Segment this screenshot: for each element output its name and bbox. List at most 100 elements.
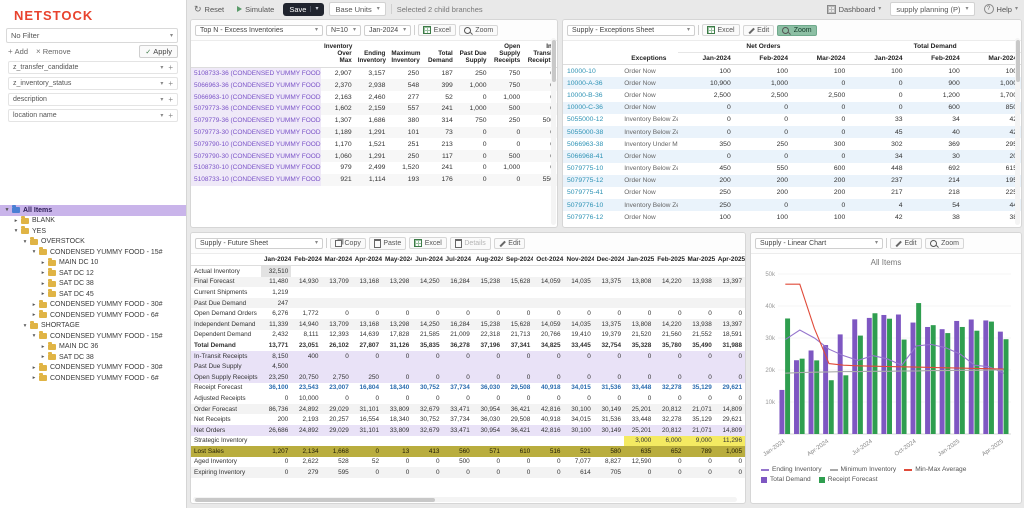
value-cell[interactable]: 33,471 bbox=[442, 424, 473, 436]
value-cell[interactable] bbox=[261, 436, 291, 447]
value-cell[interactable]: 30,752 bbox=[412, 383, 442, 394]
table-row[interactable]: 5066963-38 Inventory Under Min, Order Now… bbox=[563, 138, 1021, 150]
value-cell[interactable]: 0 bbox=[533, 350, 564, 362]
value-cell[interactable]: 13,298 bbox=[382, 276, 413, 288]
caret-collapsed-icon[interactable]: ▸ bbox=[39, 260, 47, 266]
table-row[interactable]: 5066968-41 Order Now 0 0 0 34 30 20 bbox=[563, 150, 1021, 163]
value-cell[interactable] bbox=[412, 297, 443, 309]
value-cell[interactable]: 0 bbox=[503, 393, 533, 404]
table-row[interactable]: 5079773-30 (CONDENSED YUMMY FOOD - 30#)1… bbox=[191, 126, 557, 139]
caret-expanded-icon[interactable]: ▾ bbox=[12, 228, 20, 234]
value-cell[interactable]: 15,238 bbox=[472, 276, 503, 288]
value-cell[interactable]: 0 bbox=[443, 393, 473, 404]
value-cell[interactable]: 37,734 bbox=[443, 414, 473, 425]
table-row[interactable]: 5055000-38Inventory Below Zero, Inventor… bbox=[563, 125, 1021, 139]
value-cell[interactable]: 0 bbox=[654, 350, 685, 362]
value-cell[interactable]: 0 bbox=[351, 446, 382, 457]
value-cell[interactable]: 1,772 bbox=[291, 308, 321, 319]
tree-item[interactable]: ▸ CONDENSED YUMMY FOOD - 6# bbox=[0, 310, 186, 321]
value-cell[interactable] bbox=[291, 361, 322, 372]
value-cell[interactable]: 250 bbox=[351, 371, 382, 383]
value-cell[interactable]: 7,077 bbox=[564, 457, 594, 468]
value-cell[interactable] bbox=[654, 266, 684, 277]
value-cell[interactable]: 23,007 bbox=[322, 383, 352, 394]
value-cell[interactable]: 12,590 bbox=[624, 457, 654, 468]
value-cell[interactable]: 0 bbox=[261, 467, 292, 478]
value-cell[interactable]: 9,000 bbox=[684, 435, 715, 447]
value-cell[interactable]: 21,560 bbox=[654, 330, 684, 341]
value-cell[interactable]: 14,809 bbox=[714, 424, 745, 436]
value-cell[interactable] bbox=[593, 297, 624, 309]
add-filter-button[interactable]: + Add bbox=[8, 47, 28, 56]
value-cell[interactable]: 2,193 bbox=[291, 414, 321, 425]
chevron-down-icon[interactable]: ▾ bbox=[160, 97, 163, 103]
value-cell[interactable]: 13,168 bbox=[351, 318, 382, 330]
value-cell[interactable]: 32,278 bbox=[654, 414, 684, 425]
caret-collapsed-icon[interactable]: ▸ bbox=[30, 312, 38, 318]
value-cell[interactable]: 14,940 bbox=[291, 318, 322, 330]
value-cell[interactable]: 35,835 bbox=[412, 340, 442, 351]
value-cell[interactable] bbox=[564, 287, 594, 298]
value-cell[interactable]: 3,000 bbox=[624, 435, 655, 447]
value-cell[interactable] bbox=[412, 266, 442, 277]
value-cell[interactable]: 0 bbox=[473, 457, 503, 468]
caret-expanded-icon[interactable]: ▾ bbox=[3, 207, 11, 213]
caret-expanded-icon[interactable]: ▾ bbox=[21, 239, 29, 245]
caret-collapsed-icon[interactable]: ▸ bbox=[30, 302, 38, 308]
value-cell[interactable] bbox=[352, 287, 382, 298]
value-cell[interactable]: 0 bbox=[382, 467, 413, 478]
table-row[interactable]: 5079776-10Inventory Below Zero, Inventor… bbox=[563, 199, 1021, 212]
value-cell[interactable]: 13,375 bbox=[593, 318, 624, 330]
value-cell[interactable] bbox=[503, 361, 534, 372]
value-cell[interactable]: 560 bbox=[442, 446, 473, 457]
value-cell[interactable]: 13,375 bbox=[593, 276, 624, 288]
value-cell[interactable]: 0 bbox=[503, 371, 534, 383]
value-cell[interactable]: 29,508 bbox=[503, 414, 533, 425]
value-cell[interactable]: 413 bbox=[412, 446, 443, 457]
value-cell[interactable]: 0 bbox=[503, 457, 533, 468]
table-row[interactable]: 5066963-10 (CONDENSED YUMMY FOOD - 30#) 2… bbox=[191, 91, 557, 104]
value-cell[interactable]: 0 bbox=[412, 308, 442, 319]
value-cell[interactable] bbox=[322, 266, 352, 277]
table-row[interactable]: 5055000-12 Inventory Below Zero, Inventor… bbox=[563, 114, 1021, 126]
value-cell[interactable]: 0 bbox=[563, 371, 594, 383]
value-cell[interactable]: 789 bbox=[684, 446, 715, 457]
value-cell[interactable]: 21,071 bbox=[684, 403, 715, 415]
value-cell[interactable]: 30,100 bbox=[563, 403, 594, 415]
value-cell[interactable]: 31,126 bbox=[382, 340, 412, 351]
value-cell[interactable] bbox=[503, 297, 534, 309]
value-cell[interactable]: 14,639 bbox=[352, 330, 382, 341]
value-cell[interactable] bbox=[564, 436, 594, 447]
value-cell[interactable]: 31,101 bbox=[351, 424, 382, 436]
value-cell[interactable]: 24,892 bbox=[291, 424, 322, 436]
caret-expanded-icon[interactable]: ▾ bbox=[30, 333, 38, 339]
table-row[interactable]: 5079775-10 Inventory Below Zero, Inventor… bbox=[563, 163, 1021, 175]
caret-collapsed-icon[interactable]: ▸ bbox=[30, 375, 38, 381]
value-cell[interactable]: 0 bbox=[442, 350, 473, 362]
value-cell[interactable] bbox=[322, 436, 352, 447]
chevron-down-icon[interactable]: ▾ bbox=[160, 65, 163, 71]
value-cell[interactable] bbox=[473, 287, 503, 298]
value-cell[interactable]: 8,150 bbox=[261, 350, 292, 362]
value-cell[interactable]: 0 bbox=[382, 308, 412, 319]
value-cell[interactable]: 24,892 bbox=[291, 403, 322, 415]
value-cell[interactable]: 580 bbox=[593, 446, 624, 457]
filter-field[interactable]: z_inventory_status ▾ + bbox=[8, 77, 178, 90]
value-cell[interactable] bbox=[503, 287, 533, 298]
value-cell[interactable]: 36,421 bbox=[503, 424, 534, 436]
value-cell[interactable] bbox=[533, 287, 563, 298]
value-cell[interactable] bbox=[351, 297, 382, 309]
value-cell[interactable]: 200 bbox=[261, 414, 291, 425]
value-cell[interactable]: 13,709 bbox=[321, 318, 352, 330]
value-cell[interactable]: 20,766 bbox=[533, 330, 563, 341]
value-cell[interactable]: 18,591 bbox=[715, 330, 745, 341]
value-cell[interactable]: 0 bbox=[564, 308, 594, 319]
value-cell[interactable]: 36,421 bbox=[503, 403, 534, 415]
value-cell[interactable]: 13,397 bbox=[714, 318, 745, 330]
value-cell[interactable]: 14,220 bbox=[654, 318, 685, 330]
value-cell[interactable] bbox=[563, 297, 594, 309]
table-row[interactable]: 5108730-10 (CONDENSED YUMMY FOOD - 30#) 9… bbox=[191, 161, 557, 174]
value-cell[interactable]: 614 bbox=[563, 467, 594, 478]
value-cell[interactable] bbox=[715, 287, 745, 298]
add-condition-icon[interactable]: + bbox=[168, 95, 173, 104]
